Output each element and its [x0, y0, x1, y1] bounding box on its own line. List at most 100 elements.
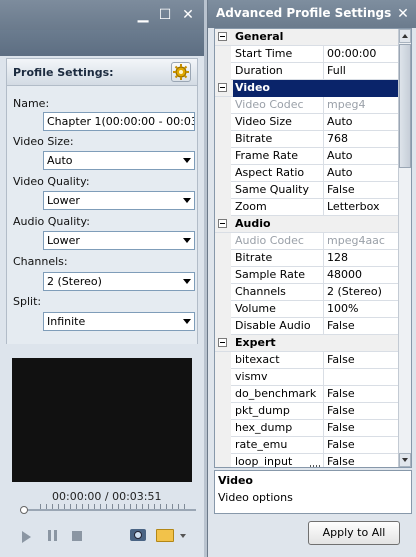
channels-select[interactable]: 2 (Stereo): [43, 272, 195, 291]
property-value[interactable]: Full: [325, 63, 399, 79]
property-value[interactable]: False: [325, 386, 399, 402]
row-gutter: [215, 284, 231, 301]
video-quality-label: Video Quality:: [13, 175, 90, 188]
minimize-button[interactable]: ▁: [134, 6, 152, 24]
row-gutter: [215, 403, 231, 420]
scroll-down-button[interactable]: [399, 453, 411, 467]
collapse-icon[interactable]: [218, 219, 227, 228]
row-gutter: [215, 131, 231, 148]
category-video[interactable]: Video: [215, 80, 399, 97]
property-row[interactable]: Video Size Auto: [215, 114, 399, 131]
property-name: Audio Codec: [233, 233, 324, 250]
chevron-down-icon[interactable]: [180, 534, 186, 538]
row-gutter: [215, 352, 231, 369]
row-gutter: [215, 318, 231, 335]
stop-icon[interactable]: [72, 531, 82, 541]
maximize-button[interactable]: ☐: [156, 6, 174, 24]
property-value[interactable]: 100%: [325, 301, 399, 317]
collapse-icon[interactable]: [218, 32, 227, 41]
row-gutter: [215, 199, 231, 216]
audio-quality-value: Lower: [47, 234, 80, 247]
property-row[interactable]: loop_input False: [215, 454, 399, 467]
property-row[interactable]: do_benchmark False: [215, 386, 399, 403]
name-field[interactable]: Chapter 1(00:00:00 - 00:03:51): [43, 112, 195, 131]
property-row[interactable]: Bitrate 128: [215, 250, 399, 267]
property-row[interactable]: rate_emu False: [215, 437, 399, 454]
category-general[interactable]: General: [215, 29, 399, 46]
property-value[interactable]: 48000: [325, 267, 399, 283]
chevron-down-icon: [183, 158, 191, 163]
category-expert[interactable]: Expert: [215, 335, 399, 352]
property-row[interactable]: Same Quality False: [215, 182, 399, 199]
property-row[interactable]: bitexact False: [215, 352, 399, 369]
property-value[interactable]: False: [325, 318, 399, 334]
property-value[interactable]: Auto: [325, 114, 399, 130]
channels-value: 2 (Stereo): [47, 275, 102, 288]
property-value[interactable]: Letterbox: [325, 199, 399, 215]
property-row[interactable]: Volume 100%: [215, 301, 399, 318]
property-row[interactable]: Zoom Letterbox: [215, 199, 399, 216]
property-value[interactable]: Auto: [325, 165, 399, 181]
property-value[interactable]: False: [325, 454, 399, 467]
property-row[interactable]: hex_dump False: [215, 420, 399, 437]
property-row[interactable]: vismv: [215, 369, 399, 386]
pause-icon[interactable]: [46, 529, 60, 543]
property-row[interactable]: Disable Audio False: [215, 318, 399, 335]
property-row[interactable]: Duration Full: [215, 63, 399, 80]
property-value[interactable]: 2 (Stereo): [325, 284, 399, 300]
property-row[interactable]: Sample Rate 48000: [215, 267, 399, 284]
category-label: Video: [235, 81, 270, 94]
property-value[interactable]: mpeg4: [325, 97, 399, 113]
property-row[interactable]: Video Codec mpeg4: [215, 97, 399, 114]
video-size-select[interactable]: Auto: [43, 151, 195, 170]
row-gutter: [215, 165, 231, 182]
property-row[interactable]: Aspect Ratio Auto: [215, 165, 399, 182]
property-row[interactable]: Audio Codec mpeg4aac: [215, 233, 399, 250]
video-size-value: Auto: [47, 154, 73, 167]
property-row[interactable]: Bitrate 768: [215, 131, 399, 148]
property-name: rate_emu: [233, 437, 324, 454]
profile-settings-panel: ▁ ☐ ✕ Profile Settings: Name: Chapter 1(…: [0, 0, 204, 557]
row-gutter: [215, 63, 231, 80]
scroll-up-button[interactable]: [399, 29, 411, 43]
property-row[interactable]: pkt_dump False: [215, 403, 399, 420]
property-name: Volume: [233, 301, 324, 318]
category-audio[interactable]: Audio: [215, 216, 399, 233]
property-value[interactable]: False: [325, 352, 399, 368]
close-button[interactable]: ✕: [179, 6, 197, 24]
camera-icon[interactable]: [130, 529, 146, 541]
row-gutter: [215, 301, 231, 318]
scroll-thumb[interactable]: [399, 44, 411, 168]
property-value[interactable]: Auto: [325, 148, 399, 164]
property-value[interactable]: 128: [325, 250, 399, 266]
close-button[interactable]: ✕: [394, 5, 412, 23]
play-icon[interactable]: [22, 531, 31, 543]
property-value[interactable]: False: [325, 420, 399, 436]
property-name: Start Time: [233, 46, 324, 63]
property-value[interactable]: 768: [325, 131, 399, 147]
vertical-scrollbar[interactable]: [398, 29, 411, 467]
collapse-icon[interactable]: [218, 83, 227, 92]
profile-settings-title: Profile Settings:: [13, 66, 114, 79]
split-select[interactable]: Infinite: [43, 312, 195, 331]
apply-to-all-button[interactable]: Apply to All: [308, 521, 400, 545]
audio-quality-select[interactable]: Lower: [43, 231, 195, 250]
property-value[interactable]: mpeg4aac: [325, 233, 399, 249]
video-quality-select[interactable]: Lower: [43, 191, 195, 210]
row-gutter: [215, 182, 231, 199]
settings-button[interactable]: [171, 62, 191, 82]
property-row[interactable]: Frame Rate Auto: [215, 148, 399, 165]
property-name: Zoom: [233, 199, 324, 216]
property-value[interactable]: 00:00:00: [325, 46, 399, 62]
collapse-icon[interactable]: [218, 338, 227, 347]
property-row[interactable]: Start Time 00:00:00: [215, 46, 399, 63]
audio-quality-label: Audio Quality:: [13, 215, 90, 228]
property-value[interactable]: False: [325, 437, 399, 453]
seek-handle[interactable]: [20, 506, 28, 514]
seek-bar[interactable]: [20, 509, 196, 511]
property-value[interactable]: False: [325, 403, 399, 419]
player-controls: 00:00:00 / 00:03:51: [0, 482, 204, 557]
folder-icon[interactable]: [156, 529, 174, 542]
property-row[interactable]: Channels 2 (Stereo): [215, 284, 399, 301]
property-value[interactable]: False: [325, 182, 399, 198]
